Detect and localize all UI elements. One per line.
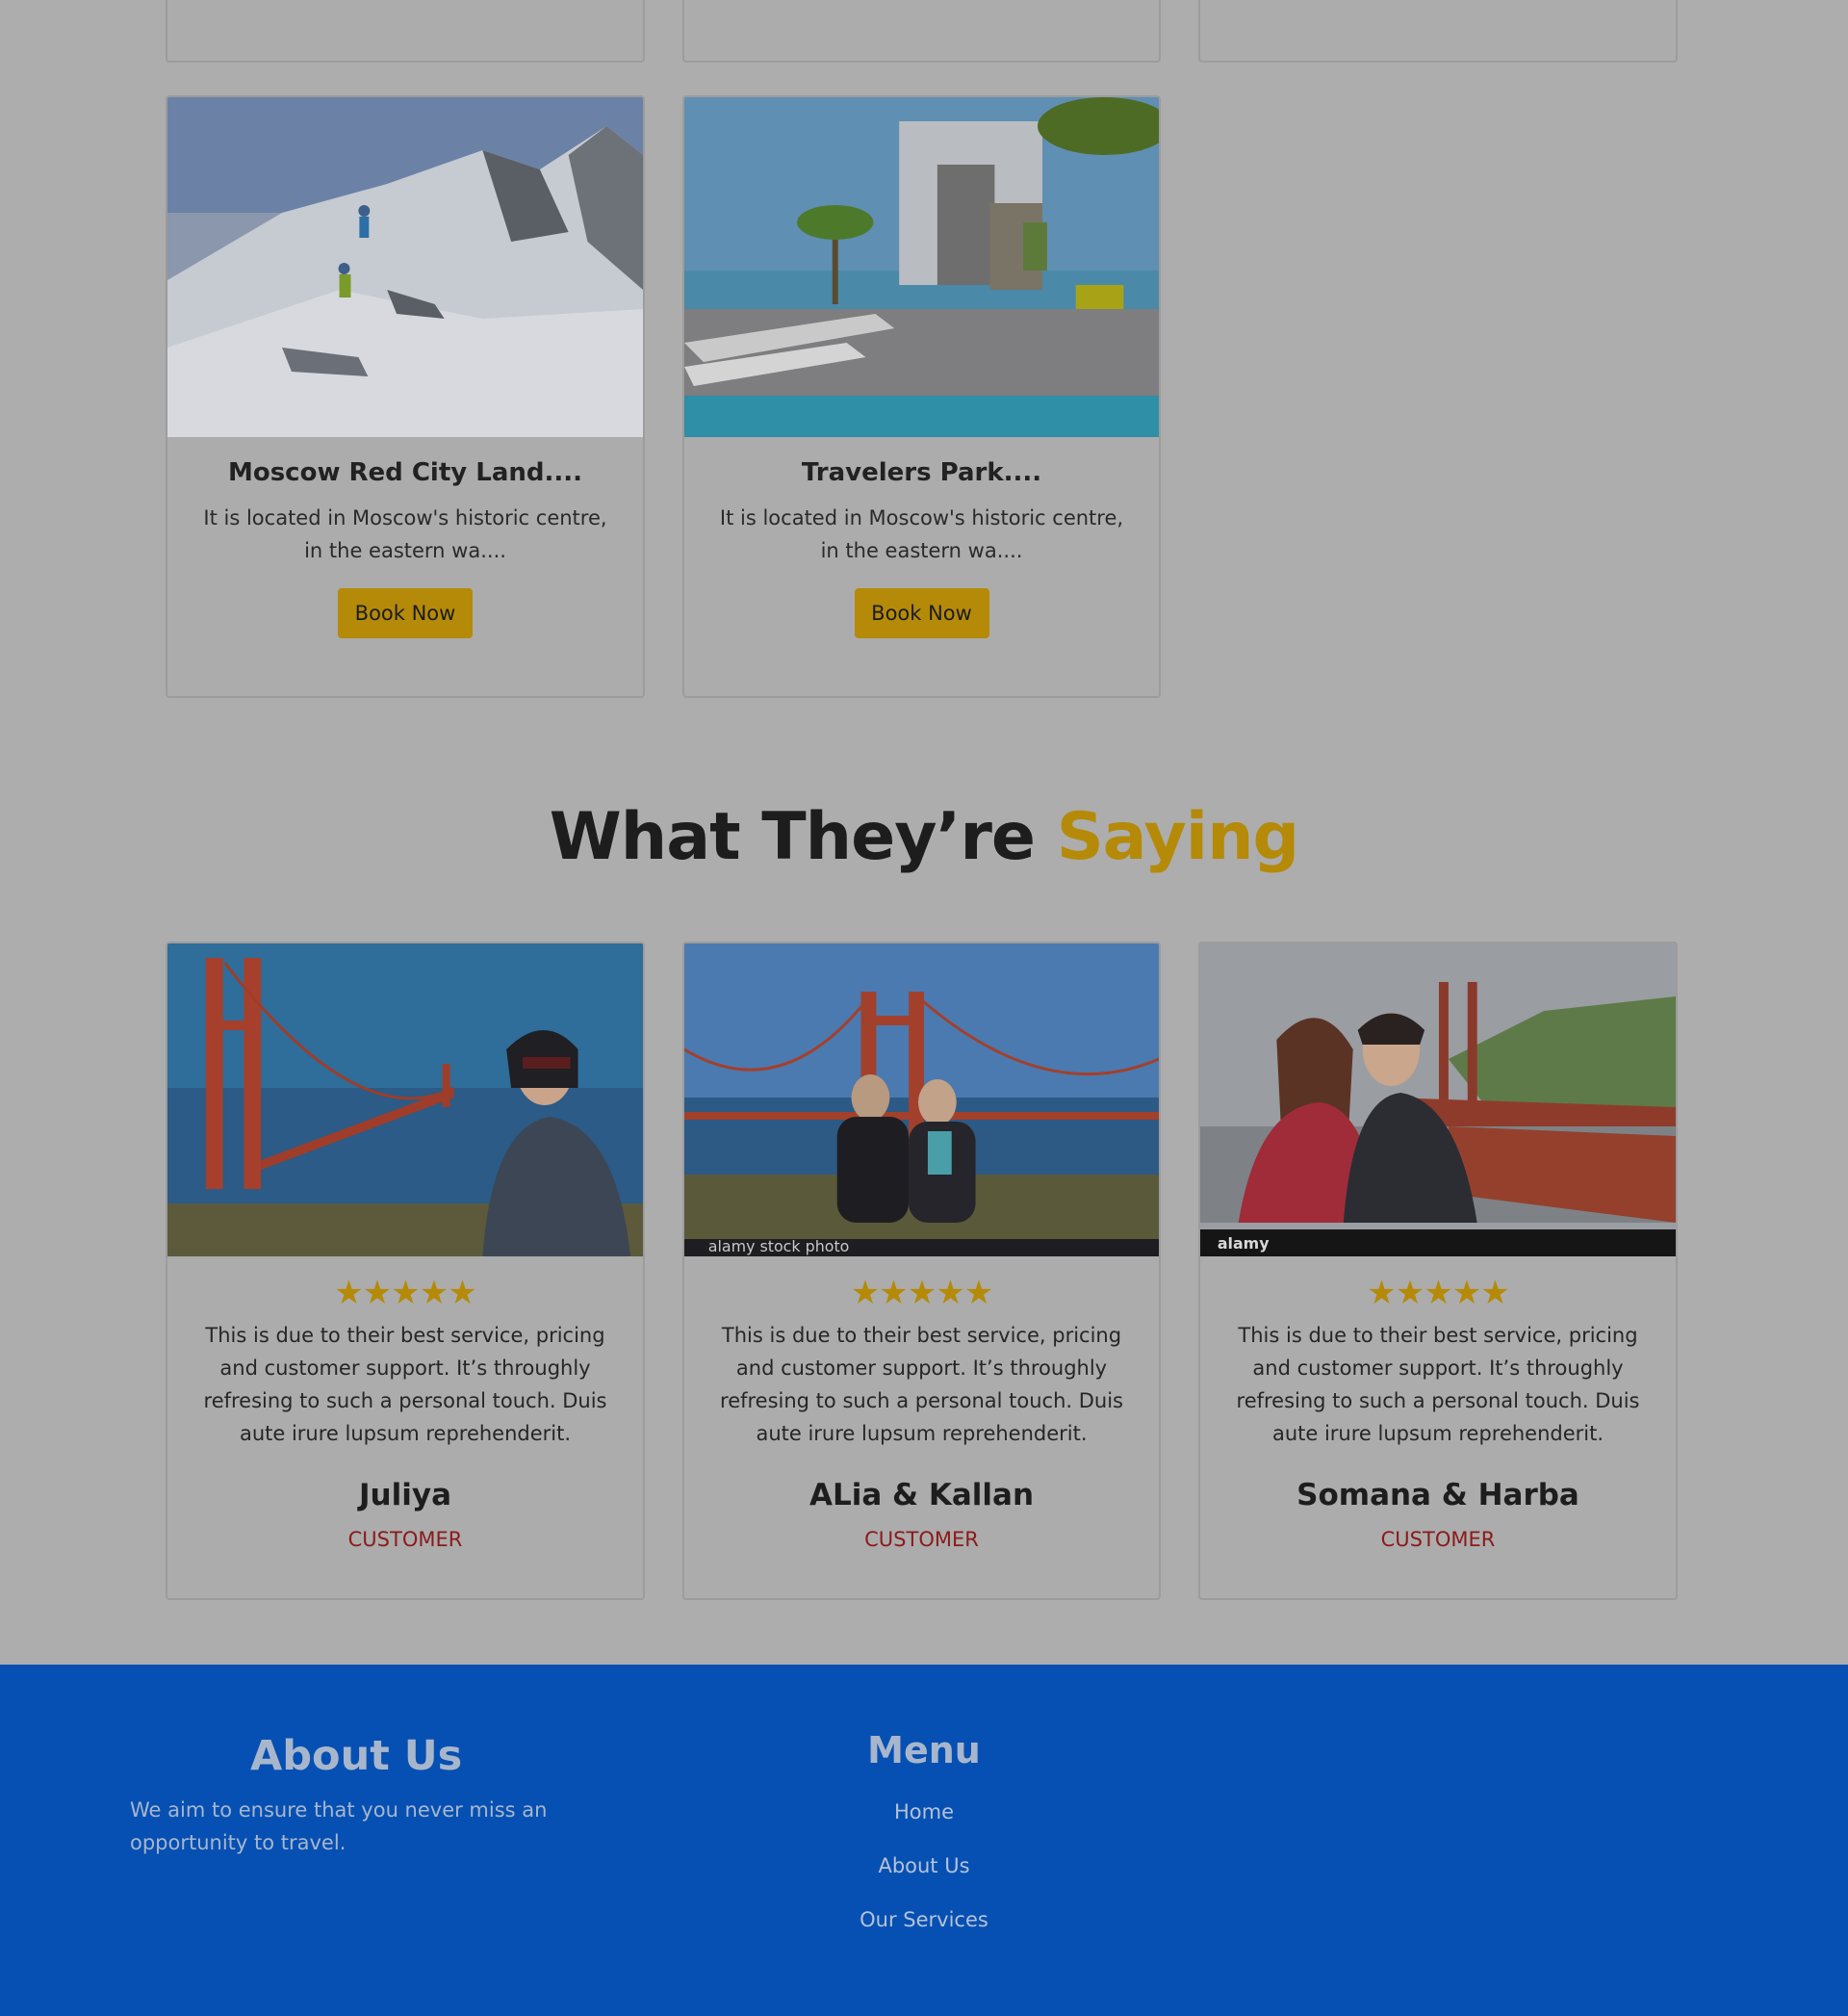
- heading-main: What They’re: [549, 799, 1036, 875]
- testimonial-role: CUSTOMER: [864, 1528, 979, 1551]
- watermark-text: alamy stock photo: [708, 1237, 850, 1255]
- book-now-button[interactable]: Book Now: [854, 588, 989, 638]
- testimonial-card: alamy stock photo ★★★★★ This is due to t…: [682, 942, 1161, 1600]
- destination-title: Travelers Park....: [801, 458, 1042, 487]
- destination-description: It is located in Moscow's historic centr…: [719, 506, 1124, 562]
- rating-stars: ★★★★★: [334, 1274, 476, 1312]
- destination-card: Travelers Park.... It is located in Mosc…: [682, 95, 1161, 698]
- footer-menu-title: Menu: [867, 1729, 981, 1771]
- testimonial-image: alamy stock photo: [684, 943, 1159, 1256]
- testimonial-text: This is due to their best service, prici…: [720, 1324, 1123, 1445]
- testimonial-text: This is due to their best service, prici…: [1236, 1324, 1640, 1445]
- testimonial-name: Juliya: [359, 1478, 451, 1512]
- footer-about-title: About Us: [250, 1732, 463, 1780]
- testimonial-role: CUSTOMER: [347, 1528, 463, 1551]
- book-now-button[interactable]: Book Now: [338, 588, 473, 638]
- heading-accent: Saying: [1056, 799, 1299, 875]
- watermark-text: alamy: [1218, 1234, 1270, 1253]
- destination-description: It is located in Moscow's historic centr…: [203, 506, 607, 562]
- testimonial-name: Somana & Harba: [1296, 1478, 1579, 1512]
- testimonial-image: [167, 943, 643, 1256]
- footer-link-home[interactable]: Home: [828, 1800, 1020, 1823]
- top-card-2: [682, 0, 1161, 63]
- destination-image: [684, 97, 1159, 437]
- testimonials-heading: What They’re Saying: [0, 799, 1848, 875]
- destination-title: Moscow Red City Land....: [227, 458, 583, 487]
- testimonial-text: This is due to their best service, prici…: [203, 1324, 607, 1445]
- testimonial-image: alamy: [1200, 943, 1676, 1256]
- footer-link-services[interactable]: Our Services: [828, 1908, 1020, 1931]
- destination-card: Moscow Red City Land.... It is located i…: [166, 95, 645, 698]
- testimonial-name: ALia & Kallan: [808, 1478, 1035, 1512]
- top-card-3: [1198, 0, 1678, 63]
- footer-about-text: We aim to ensure that you never miss an …: [130, 1798, 548, 1854]
- testimonial-card: alamy ★★★★★ This is due to their best se…: [1198, 942, 1678, 1600]
- testimonial-card: ★★★★★ This is due to their best service,…: [166, 942, 645, 1600]
- rating-stars: ★★★★★: [850, 1274, 993, 1312]
- footer: About Us We aim to ensure that you never…: [0, 1665, 1848, 2016]
- testimonial-role: CUSTOMER: [1380, 1528, 1496, 1551]
- destination-image: [167, 97, 643, 437]
- rating-stars: ★★★★★: [1367, 1274, 1509, 1312]
- top-card-1: [166, 0, 645, 63]
- footer-link-about[interactable]: About Us: [828, 1854, 1020, 1877]
